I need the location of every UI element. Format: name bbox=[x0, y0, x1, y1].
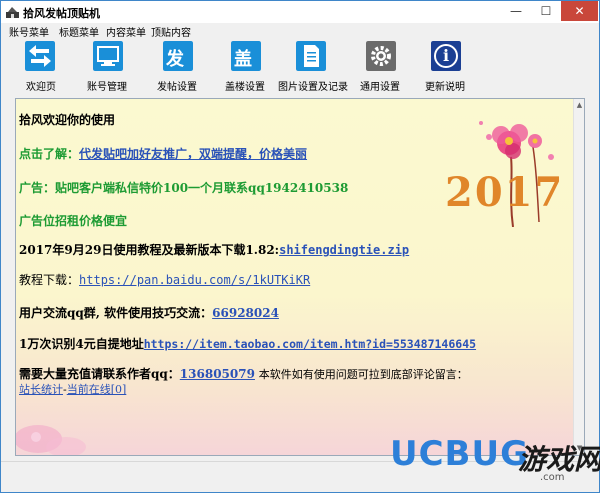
qq-group-prefix: 用户交流qq群, 软件使用技巧交流： bbox=[19, 306, 213, 320]
tutorial-line: 教程下载：https://pan.baidu.com/s/1kUTKiKR bbox=[19, 271, 310, 288]
gear-icon bbox=[366, 41, 396, 71]
toolbar-reply-settings-label: 盖楼设置 bbox=[225, 82, 265, 93]
online-link[interactable]: 当前在线[0] bbox=[67, 383, 127, 396]
flower-decoration: 2017 bbox=[441, 117, 571, 228]
stats-line: 站长统计-当前在线[0] bbox=[19, 381, 126, 397]
document-icon bbox=[296, 41, 326, 71]
title-bar[interactable]: 拾风发帖顶贴机 — ☐ ✕ bbox=[1, 1, 599, 23]
toolbar-account-button[interactable]: 账号管理 bbox=[83, 41, 133, 93]
toolbar-post-settings-label: 发帖设置 bbox=[157, 82, 197, 93]
contact-qq-link[interactable]: 136805079 bbox=[180, 367, 255, 381]
menu-bar: 账号菜单 标题菜单 内容菜单 顶贴内容 bbox=[1, 23, 599, 39]
toolbar: 欢迎页 账号管理 发 发帖设置 盖 盖楼设置 图片设置及记录 通用设置 i 更新… bbox=[1, 39, 599, 97]
captcha-line: 1万次识别4元自提地址https://item.taobao.com/item.… bbox=[19, 335, 476, 352]
ad-line-3: 广告位招租价格便宜 bbox=[19, 214, 128, 228]
close-button[interactable]: ✕ bbox=[561, 1, 598, 21]
corner-flower-decoration bbox=[16, 425, 86, 455]
toolbar-reply-settings-button[interactable]: 盖 盖楼设置 bbox=[221, 41, 271, 93]
toolbar-welcome-label: 欢迎页 bbox=[26, 82, 56, 93]
menu-title[interactable]: 标题菜单 bbox=[59, 24, 99, 39]
release-line: 2017年9月29日使用教程及最新版本下载1.82:shifengdingtie… bbox=[19, 241, 409, 258]
toolbar-welcome-button[interactable]: 欢迎页 bbox=[21, 41, 61, 93]
contact-suffix: 本软件如有使用问题可拉到底部评论留言： bbox=[258, 368, 468, 381]
captcha-link[interactable]: https://item.taobao.com/item.htm?id=5534… bbox=[144, 337, 476, 351]
contact-prefix: 需要大量充值请联系作者qq： bbox=[19, 367, 180, 381]
menu-bump-content[interactable]: 顶贴内容 bbox=[151, 24, 191, 39]
year-art-text: 2017 bbox=[445, 169, 565, 216]
qq-group-line: 用户交流qq群, 软件使用技巧交流：66928024 bbox=[19, 304, 279, 321]
toolbar-general-settings-label: 通用设置 bbox=[360, 82, 400, 93]
qq-group-link[interactable]: 66928024 bbox=[212, 306, 279, 320]
info-icon-glyph: i bbox=[443, 46, 450, 65]
release-download-link[interactable]: shifengdingtie.zip bbox=[279, 243, 409, 257]
menu-account[interactable]: 账号菜单 bbox=[9, 24, 49, 39]
toolbar-image-settings-button[interactable]: 图片设置及记录 bbox=[276, 41, 348, 93]
reply-icon-glyph: 盖 bbox=[234, 49, 252, 70]
maximize-button[interactable]: ☐ bbox=[531, 1, 561, 21]
stats-link[interactable]: 站长统计 bbox=[19, 383, 63, 396]
toolbar-image-settings-label: 图片设置及记录 bbox=[278, 82, 348, 93]
swap-arrows-icon bbox=[25, 41, 55, 71]
app-window: 拾风发帖顶贴机 — ☐ ✕ 账号菜单 标题菜单 内容菜单 顶贴内容 欢迎页 账号… bbox=[0, 0, 600, 493]
captcha-prefix: 1万次识别4元自提地址 bbox=[19, 337, 144, 351]
welcome-content-pane[interactable]: 2017 拾风欢迎你的使用 点击了解：代发贴吧加好友推广，双端提醒，价格美丽 广… bbox=[15, 98, 585, 456]
toolbar-post-settings-button[interactable]: 发 发帖设置 bbox=[153, 41, 203, 93]
toolbar-general-settings-button[interactable]: 通用设置 bbox=[356, 41, 406, 93]
app-icon bbox=[6, 7, 19, 18]
site-watermark-logo: UCBUG 游戏网 .com bbox=[390, 430, 600, 493]
watermark-brand: UCBUG bbox=[390, 434, 529, 474]
toolbar-update-notes-label: 更新说明 bbox=[425, 82, 465, 93]
monitor-icon bbox=[93, 41, 123, 71]
menu-content[interactable]: 内容菜单 bbox=[106, 24, 146, 39]
ad-line-1: 点击了解：代发贴吧加好友推广，双端提醒，价格美丽 bbox=[19, 145, 307, 162]
minimize-button[interactable]: — bbox=[501, 1, 531, 21]
contact-line: 需要大量充值请联系作者qq：136805079 本软件如有使用问题可拉到底部评论… bbox=[19, 365, 468, 382]
toolbar-update-notes-button[interactable]: i 更新说明 bbox=[421, 41, 471, 93]
release-prefix: 2017年9月29日使用教程及最新版本下载1.82: bbox=[19, 243, 280, 257]
window-title: 拾风发帖顶贴机 bbox=[23, 7, 100, 20]
watermark-sub: .com bbox=[540, 472, 565, 483]
scroll-up-arrow-icon[interactable]: ▲ bbox=[575, 100, 584, 110]
content-background: 2017 拾风欢迎你的使用 点击了解：代发贴吧加好友推广，双端提醒，价格美丽 广… bbox=[16, 99, 573, 455]
ad-line-2: 广告：贴吧客户端私信特价100一个月联系qq1942410538 bbox=[19, 181, 349, 195]
tutorial-link[interactable]: https://pan.baidu.com/s/1kUTKiKR bbox=[79, 273, 310, 287]
vertical-scrollbar[interactable]: ▲ ▼ bbox=[573, 99, 584, 455]
toolbar-account-label: 账号管理 bbox=[87, 82, 127, 93]
ad1-prefix: 点击了解： bbox=[19, 147, 80, 161]
ad1-link[interactable]: 代发贴吧加好友推广，双端提醒，价格美丽 bbox=[79, 147, 307, 161]
welcome-heading: 拾风欢迎你的使用 bbox=[19, 113, 116, 127]
post-icon-glyph: 发 bbox=[166, 49, 184, 70]
tutorial-prefix: 教程下载： bbox=[19, 273, 80, 287]
